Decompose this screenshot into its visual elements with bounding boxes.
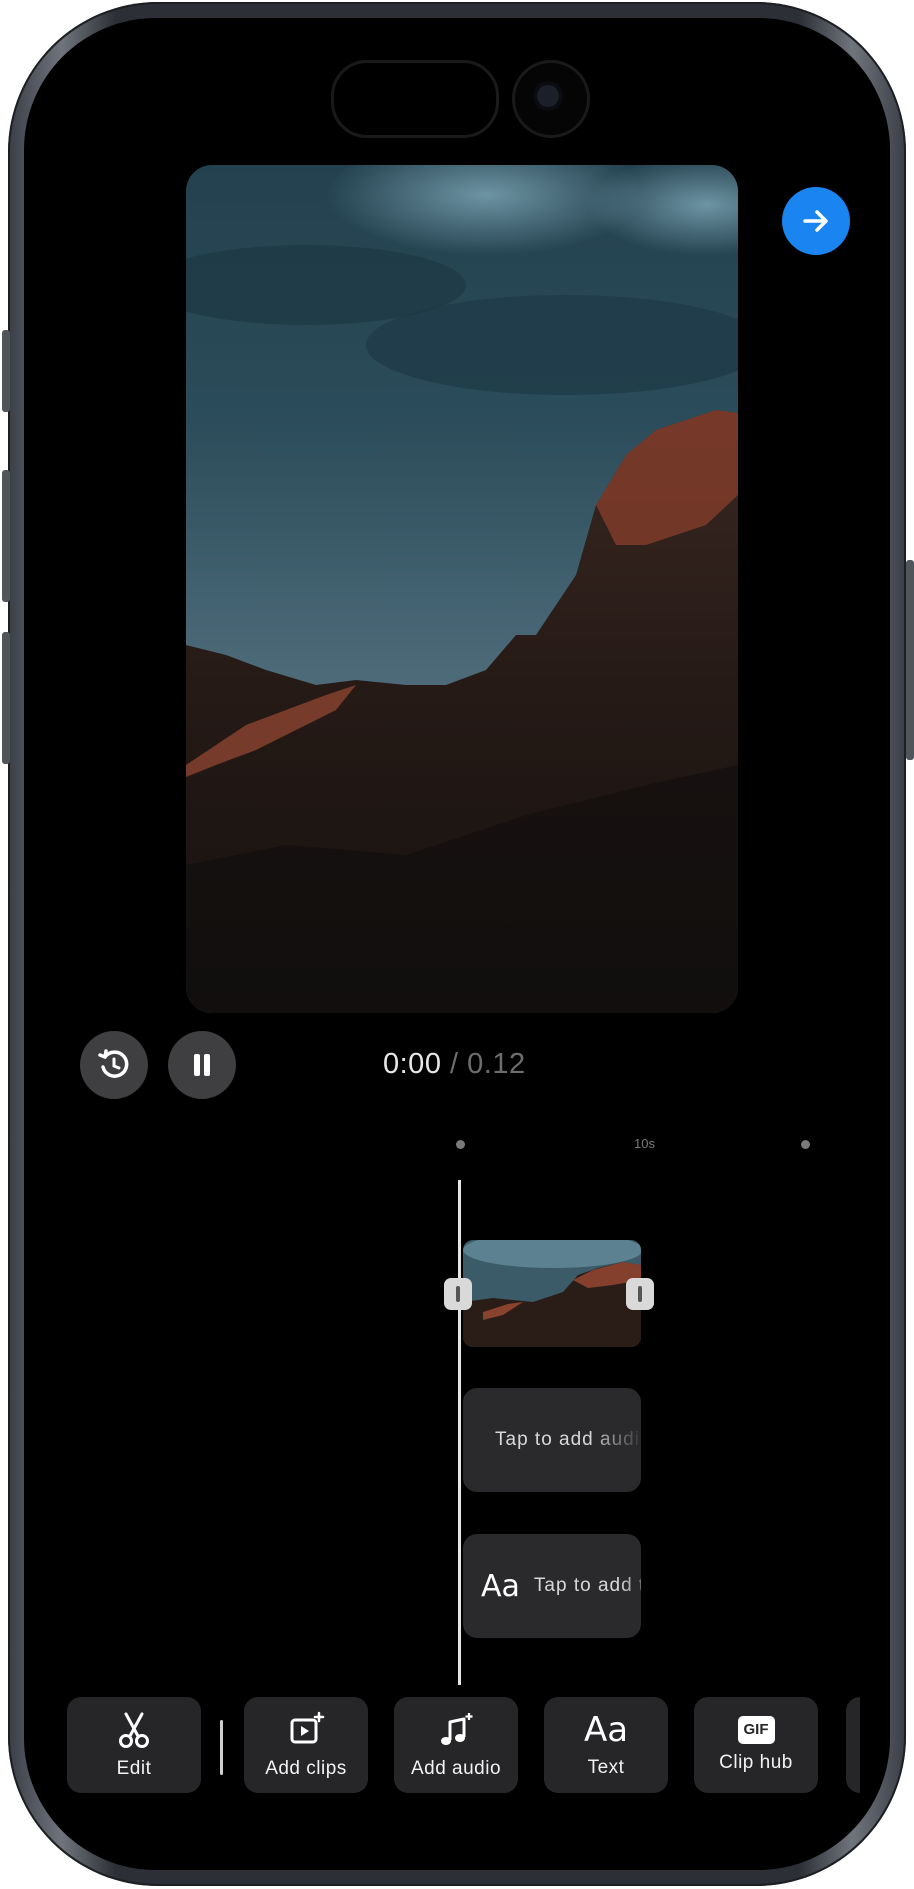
text-aa-icon: Aa: [583, 1710, 629, 1750]
trim-handle-right[interactable]: [626, 1278, 654, 1310]
toolbar-divider: [220, 1720, 223, 1775]
clip-thumbnail-image: [463, 1240, 641, 1347]
music-note-icon: [441, 1713, 473, 1745]
volume-up-button: [2, 470, 10, 602]
pause-icon: [194, 1054, 210, 1076]
text-track[interactable]: Aa Tap to add text: [463, 1534, 641, 1638]
replay-icon: [98, 1049, 129, 1078]
text-tool-button[interactable]: Aa Text: [544, 1697, 668, 1793]
front-camera: [512, 60, 590, 138]
add-clips-button[interactable]: Add clips: [244, 1697, 368, 1793]
gif-icon: GIF: [737, 1716, 775, 1744]
replay-button[interactable]: [80, 1031, 148, 1099]
add-audio-button[interactable]: Add audio: [394, 1697, 518, 1793]
total-time: 0.12: [467, 1048, 526, 1080]
edit-tool-label: Edit: [116, 1758, 152, 1779]
arrow-right-icon: [803, 210, 828, 232]
clip-hub-button[interactable]: GIF Clip hub: [694, 1697, 818, 1793]
mountain-sky-image: [186, 165, 738, 1013]
volume-down-button: [2, 632, 10, 764]
ruler-dot: [456, 1140, 465, 1149]
time-separator: /: [450, 1048, 459, 1080]
trim-handle-left[interactable]: [444, 1278, 472, 1310]
ruler-label: 10s: [634, 1136, 655, 1151]
playhead[interactable]: [458, 1180, 461, 1685]
playback-time: 0:00 / 0.12: [383, 1048, 526, 1081]
current-time: 0:00: [383, 1048, 442, 1080]
text-aa-icon: Aa: [481, 1568, 520, 1604]
video-preview[interactable]: [186, 165, 738, 1013]
ruler-dot: [801, 1140, 810, 1149]
edit-tool-button[interactable]: Edit: [67, 1697, 201, 1793]
power-button: [906, 560, 914, 760]
clip-hub-label: Clip hub: [719, 1752, 793, 1773]
text-tool-label: Text: [587, 1757, 625, 1778]
dynamic-island: [331, 60, 499, 138]
audio-track[interactable]: Tap to add audio: [463, 1388, 641, 1492]
video-clip-thumbnail[interactable]: [463, 1240, 641, 1347]
add-clips-label: Add clips: [265, 1758, 347, 1779]
more-tools-partial[interactable]: [846, 1697, 860, 1793]
next-button[interactable]: [782, 187, 850, 255]
audio-track-label: Tap to add audio: [495, 1429, 641, 1450]
scissors-icon: [119, 1712, 149, 1748]
text-track-label: Tap to add text: [533, 1575, 641, 1596]
add-audio-label: Add audio: [410, 1758, 502, 1779]
action-button: [2, 330, 10, 412]
add-clip-icon: [290, 1711, 325, 1744]
pause-button[interactable]: [168, 1031, 236, 1099]
